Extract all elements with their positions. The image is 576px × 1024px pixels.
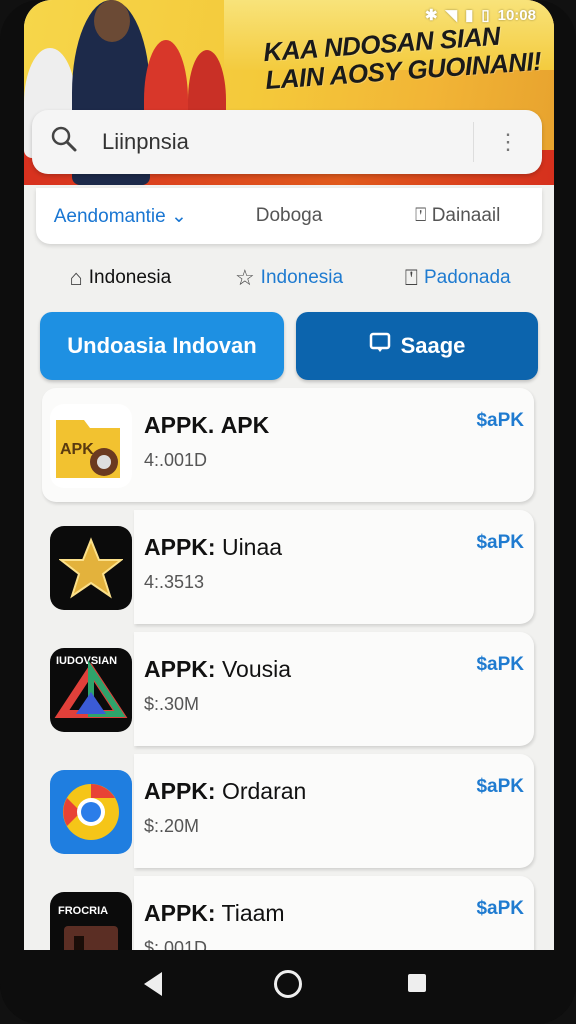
gold-star-icon	[50, 526, 132, 610]
app-size: $:.30M	[144, 694, 200, 714]
filter-option[interactable]: Doboga	[205, 205, 374, 227]
more-options-icon[interactable]: ⋮	[474, 131, 542, 153]
app-price-tag[interactable]: $aPK	[476, 898, 524, 920]
app-name: APPK: Tiaam	[144, 900, 285, 926]
system-nav-bar	[0, 950, 576, 1024]
svg-text:FROCRIA: FROCRIA	[58, 905, 108, 917]
app-card	[134, 632, 534, 746]
home-button-icon[interactable]	[274, 970, 302, 998]
banner-person	[94, 0, 130, 42]
app-name: APPK: Uinaa	[144, 534, 283, 560]
dark-app-icon: FROCRIA	[50, 892, 132, 950]
filter-bar: Aendomantie ⌄ Doboga ⍞ Dainaail	[36, 188, 542, 244]
category-tabs: ⌂ Indonesia ☆ Indonesia ⍞ Padonada	[36, 258, 542, 298]
chrome-like-icon	[50, 770, 132, 854]
wifi-icon: ◥	[445, 7, 458, 24]
signal-icon: ▮	[465, 7, 474, 24]
back-button-icon[interactable]	[144, 972, 162, 996]
list-item[interactable]: APPK: Ordaran $:.20M $aPK	[24, 754, 534, 868]
app-size: $:.20M	[144, 816, 200, 836]
svg-text:APK: APK	[60, 441, 94, 458]
chat-icon	[369, 332, 391, 360]
list-item[interactable]: APPK: Uinaa 4:.3513 $aPK	[24, 510, 534, 624]
phone-frame: KAA NDOSAN SIAN LAIN AOSY GUOINANI! ✱ ◥ …	[0, 0, 576, 1024]
bookmark-icon: ⍞	[404, 265, 418, 290]
filter-option-with-icon[interactable]: ⍞ Dainaail	[373, 205, 542, 227]
filter-dropdown[interactable]: Aendomantie ⌄	[36, 205, 205, 228]
svg-text:IUDOVSIAN: IUDOVSIAN	[56, 655, 117, 667]
star-icon: ☆	[234, 265, 255, 290]
message-button[interactable]: Saage	[296, 312, 538, 380]
screen: KAA NDOSAN SIAN LAIN AOSY GUOINANI! ✱ ◥ …	[24, 0, 554, 950]
app-name: APPK: Ordaran	[144, 778, 307, 804]
filter-label: Dainaail	[431, 205, 501, 226]
triangle-logo-icon: IUDOVSIAN	[50, 648, 132, 732]
message-button-label: Saage	[400, 333, 466, 358]
app-price-tag[interactable]: $aPK	[476, 410, 524, 432]
tab-saved[interactable]: ⍞ Padonada	[373, 265, 542, 291]
tab-label: Indonesia	[88, 267, 172, 288]
battery-icon: ▯	[481, 7, 490, 24]
bluetooth-icon: ✱	[424, 7, 438, 24]
bookmark-icon: ⍞	[415, 205, 432, 226]
tab-label: Indonesia	[260, 267, 344, 288]
apk-folder-icon: APK	[50, 404, 132, 488]
list-item[interactable]: FROCRIA APPK: Tiaam $:.001D $aPK	[24, 876, 534, 950]
app-name: APPK. APK	[144, 412, 270, 438]
app-price-tag[interactable]: $aPK	[476, 654, 524, 676]
app-name: APPK: Vousia	[144, 656, 292, 682]
app-card	[134, 510, 534, 624]
search-icon[interactable]	[50, 125, 90, 160]
app-size: 4:.001D	[144, 450, 208, 470]
app-size: $:.001D	[144, 938, 208, 950]
tab-featured[interactable]: ☆ Indonesia	[205, 265, 374, 291]
tab-home[interactable]: ⌂ Indonesia	[36, 265, 205, 291]
app-price-tag[interactable]: $aPK	[476, 532, 524, 554]
search-bar[interactable]: Liinpnsia ⋮	[32, 110, 542, 174]
app-price-tag[interactable]: $aPK	[476, 776, 524, 798]
home-icon: ⌂	[69, 265, 83, 290]
status-bar: ✱ ◥ ▮ ▯ 10:08	[424, 6, 536, 25]
status-time: 10:08	[497, 6, 536, 24]
recents-button-icon[interactable]	[408, 974, 426, 992]
app-size: 4:.3513	[144, 572, 205, 592]
list-item[interactable]: APK APPK. APK 4:.001D $aPK	[24, 388, 534, 502]
primary-action-button[interactable]: Undoasia Indovan	[40, 312, 284, 380]
app-card	[134, 754, 534, 868]
search-input[interactable]: Liinpnsia	[102, 129, 473, 155]
list-item[interactable]: IUDOVSIAN APPK: Vousia $:.30M $aPK	[24, 632, 534, 746]
tab-label: Padonada	[423, 267, 511, 288]
